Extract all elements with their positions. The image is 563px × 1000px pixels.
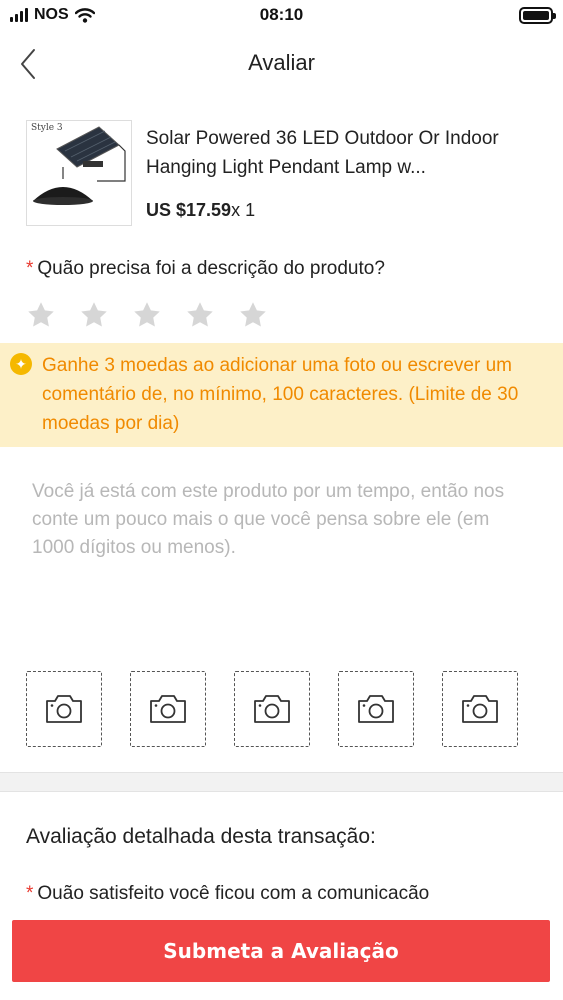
required-mark: *	[26, 883, 34, 904]
add-photo-slot[interactable]	[338, 671, 414, 747]
camera-icon	[150, 695, 186, 723]
coin-banner-text: Ganhe 3 moedas ao adicionar uma foto ou …	[42, 355, 519, 434]
review-textarea[interactable]	[32, 478, 532, 648]
coin-banner: ✦ Ganhe 3 moedas ao adicionar uma foto o…	[0, 343, 563, 447]
product-price: US $17.59x 1	[146, 200, 255, 221]
submit-review-button[interactable]: Submeta a Avaliação	[12, 920, 550, 982]
detailed-review-title: Avaliação detalhada desta transação:	[26, 825, 376, 848]
battery-icon	[519, 7, 556, 24]
camera-icon	[358, 695, 394, 723]
add-photo-slot[interactable]	[234, 671, 310, 747]
quantity: x 1	[231, 200, 256, 220]
photo-upload-row	[26, 671, 518, 747]
price-value: US $17.59	[146, 200, 232, 220]
add-photo-slot[interactable]	[26, 671, 102, 747]
product-title[interactable]: Solar Powered 36 LED Outdoor Or Indoor H…	[146, 124, 546, 182]
rating-question: * Quão precisa foi a descrição do produto…	[26, 258, 385, 280]
nav-bar: Avaliar	[0, 34, 563, 94]
product-image: Style 3	[26, 120, 132, 226]
star-icon[interactable]	[185, 300, 215, 330]
camera-icon	[46, 695, 82, 723]
status-bar: NOS 08:10	[0, 0, 563, 34]
coin-star-icon: ✦	[10, 353, 32, 375]
star-icon[interactable]	[238, 300, 268, 330]
camera-icon	[254, 695, 290, 723]
status-time: 08:10	[259, 5, 304, 24]
rating-question-text: Quão precisa foi a descrição do produto?	[37, 258, 385, 279]
communication-question: * Ouão satisfeito você ficou com a comuni…	[26, 883, 429, 905]
camera-icon	[462, 695, 498, 723]
star-icon[interactable]	[26, 300, 56, 330]
star-rating	[26, 300, 268, 330]
required-mark: *	[26, 258, 34, 279]
add-photo-slot[interactable]	[130, 671, 206, 747]
product-summary: Style 3 Solar Powered 36 LED Outdoor Or …	[26, 120, 546, 226]
star-icon[interactable]	[79, 300, 109, 330]
section-divider	[0, 772, 563, 792]
add-photo-slot[interactable]	[442, 671, 518, 747]
communication-question-text: Ouão satisfeito você ficou com a comunic…	[37, 883, 430, 904]
star-icon[interactable]	[132, 300, 162, 330]
page-title: Avaliar	[248, 50, 315, 75]
pendant-lamp-image	[33, 126, 126, 205]
product-image-label: Style 3	[31, 123, 63, 133]
